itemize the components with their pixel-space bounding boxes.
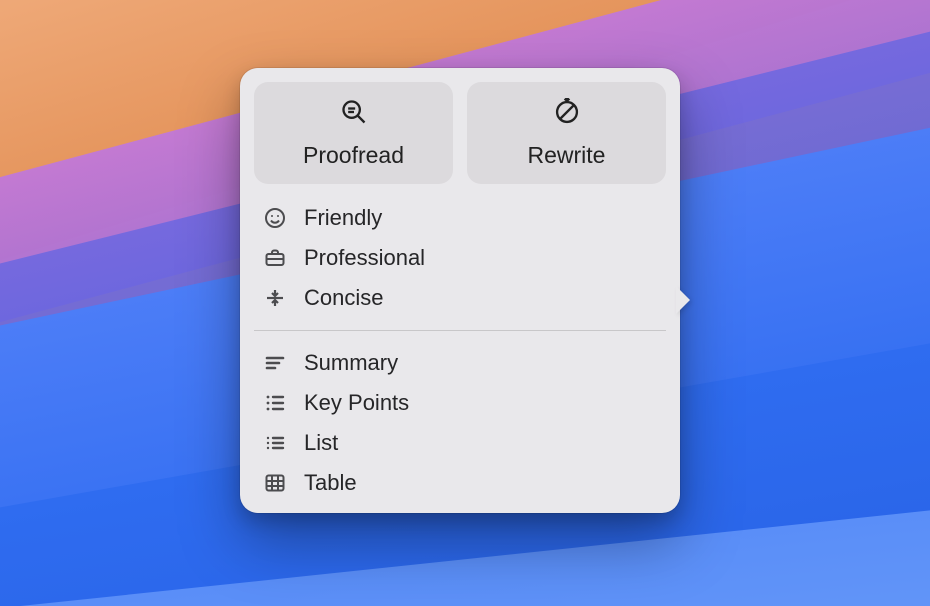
writing-tools-popover: Proofread Rewrite [240, 68, 680, 513]
format-list[interactable]: List [262, 423, 658, 463]
tone-section: Friendly Professional Concise [254, 198, 666, 318]
rewrite-label: Rewrite [528, 142, 606, 169]
format-keypoints-label: Key Points [304, 390, 409, 416]
proofread-label: Proofread [303, 142, 404, 169]
briefcase-icon [262, 245, 288, 271]
rewrite-icon [553, 98, 581, 132]
tone-professional[interactable]: Professional [262, 238, 658, 278]
format-table-label: Table [304, 470, 357, 496]
keypoints-icon [262, 390, 288, 416]
smiley-icon [262, 205, 288, 231]
format-list-label: List [304, 430, 338, 456]
table-icon [262, 470, 288, 496]
format-summary-label: Summary [304, 350, 398, 376]
format-summary[interactable]: Summary [262, 343, 658, 383]
tone-concise[interactable]: Concise [262, 278, 658, 318]
tone-friendly-label: Friendly [304, 205, 382, 231]
summary-icon [262, 350, 288, 376]
concise-icon [262, 285, 288, 311]
list-icon [262, 430, 288, 456]
proofread-icon [340, 98, 368, 132]
proofread-button[interactable]: Proofread [254, 82, 453, 184]
tone-friendly[interactable]: Friendly [262, 198, 658, 238]
rewrite-button[interactable]: Rewrite [467, 82, 666, 184]
primary-actions-row: Proofread Rewrite [254, 82, 666, 184]
tone-concise-label: Concise [304, 285, 383, 311]
tone-professional-label: Professional [304, 245, 425, 271]
format-section: Summary Key Points [254, 330, 666, 503]
format-keypoints[interactable]: Key Points [262, 383, 658, 423]
format-table[interactable]: Table [262, 463, 658, 503]
